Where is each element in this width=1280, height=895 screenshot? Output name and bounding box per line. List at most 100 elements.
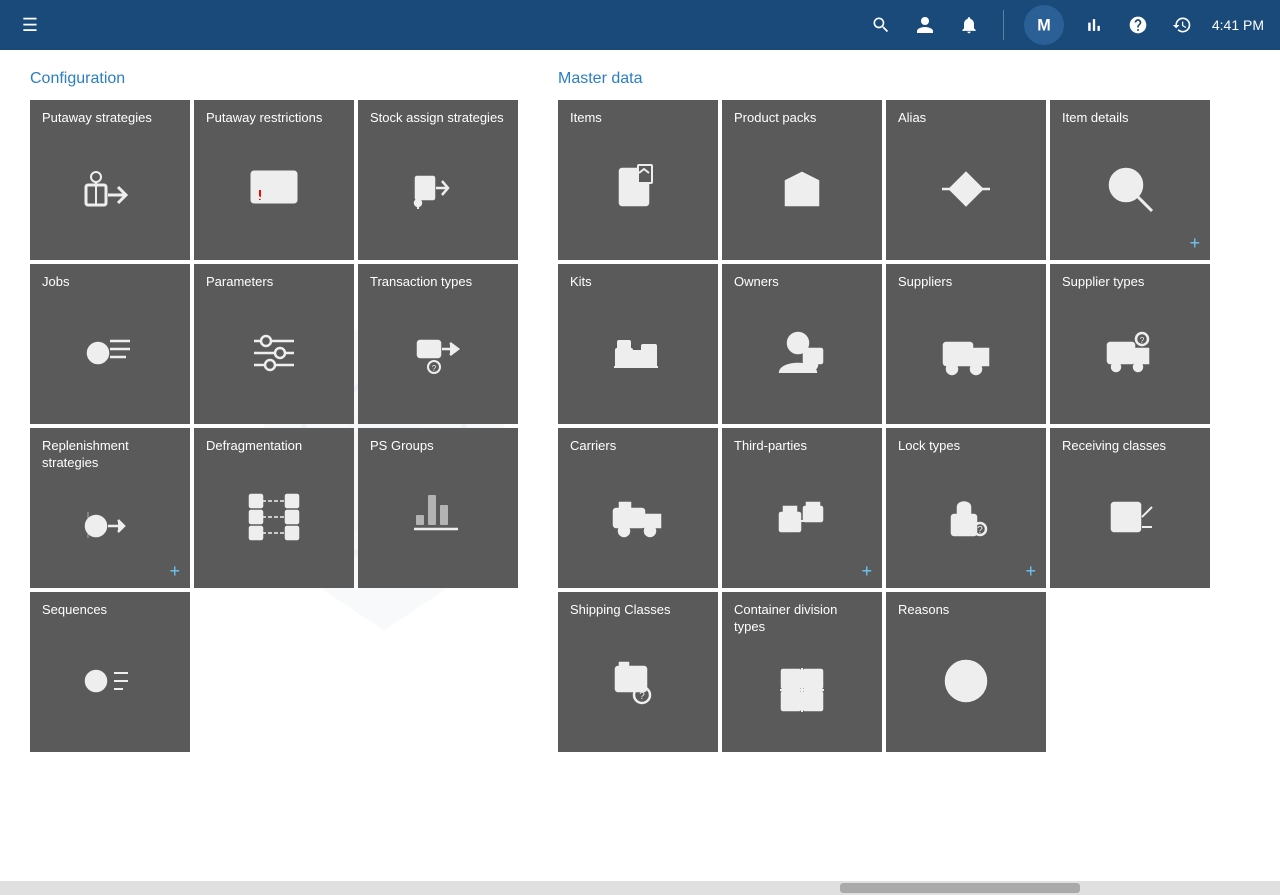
divider [1003,10,1004,40]
tile-owners[interactable]: Owners [722,264,882,424]
svg-text:?: ? [977,525,983,536]
master-data-section: Master data Items Product packs Alias Item … [558,70,1210,752]
tile-label-reasons: Reasons [898,602,1034,619]
tile-label-transaction-types: Transaction types [370,274,506,291]
tile-icon-putaway-restrictions [206,127,342,252]
tile-label-parameters: Parameters [206,274,342,291]
bell-icon[interactable] [955,11,983,39]
tile-icon-suppliers [898,291,1034,416]
menu-icon[interactable]: ☰ [16,11,44,39]
tile-label-putaway-restrictions: Putaway restrictions [206,110,342,127]
master-data-title: Master data [558,70,1210,88]
tile-sequences[interactable]: Sequences [30,592,190,752]
tile-replenishment-strategies[interactable]: Replenishment strategies + [30,428,190,588]
tile-putaway-restrictions[interactable]: Putaway restrictions [194,100,354,260]
tile-icon-parameters [206,291,342,416]
tile-plus-lock-types[interactable]: + [1025,562,1036,580]
tile-icon-kits [570,291,706,416]
scrollbar-area [0,881,1280,895]
tile-supplier-types[interactable]: Supplier types? [1050,264,1210,424]
tile-label-third-parties: Third-parties [734,438,870,455]
tile-icon-product-packs [734,127,870,252]
tile-label-item-details: Item details [1062,110,1198,127]
tile-reasons[interactable]: Reasons [886,592,1046,752]
svg-text:M: M [1037,16,1050,34]
tile-label-defragmentation: Defragmentation [206,438,342,455]
tile-label-alias: Alias [898,110,1034,127]
tile-icon-receiving-classes [1062,455,1198,580]
tile-shipping-classes[interactable]: Shipping Classes? [558,592,718,752]
svg-text:?: ? [432,364,437,373]
tile-label-carriers: Carriers [570,438,706,455]
tile-label-jobs: Jobs [42,274,178,291]
tile-label-putaway-strategies: Putaway strategies [42,110,178,127]
tile-icon-owners [734,291,870,416]
tile-ps-groups[interactable]: PS Groups [358,428,518,588]
svg-text:?: ? [1140,336,1145,345]
tile-icon-stock-assign-strategies [370,127,506,252]
tile-label-stock-assign-strategies: Stock assign strategies [370,110,506,127]
tile-icon-jobs [42,291,178,416]
tile-label-product-packs: Product packs [734,110,870,127]
tile-kits[interactable]: Kits [558,264,718,424]
tile-carriers[interactable]: Carriers [558,428,718,588]
tile-label-kits: Kits [570,274,706,291]
sections-wrapper: Configuration Putaway strategiesPutaway … [30,70,1250,752]
help-icon[interactable] [1124,11,1152,39]
history-icon[interactable] [1168,11,1196,39]
main-content: Configuration Putaway strategiesPutaway … [0,50,1280,895]
tile-transaction-types[interactable]: Transaction types? [358,264,518,424]
masterdata-grid: Items Product packs Alias Item details + Kits… [558,100,1210,752]
tile-icon-carriers [570,455,706,580]
topbar: ☰ M 4:41 PM [0,0,1280,50]
tile-alias[interactable]: Alias [886,100,1046,260]
tile-label-lock-types: Lock types [898,438,1034,455]
tile-stock-assign-strategies[interactable]: Stock assign strategies [358,100,518,260]
brand-logo[interactable]: M [1024,5,1064,45]
tile-icon-defragmentation [206,455,342,580]
tile-icon-ps-groups [370,455,506,580]
tile-icon-reasons [898,619,1034,744]
tile-third-parties[interactable]: Third-parties + [722,428,882,588]
tile-jobs[interactable]: Jobs [30,264,190,424]
tile-label-owners: Owners [734,274,870,291]
tile-icon-shipping-classes: ? [570,619,706,744]
configuration-title: Configuration [30,70,518,88]
tile-suppliers[interactable]: Suppliers [886,264,1046,424]
tile-item-details[interactable]: Item details + [1050,100,1210,260]
tile-label-items: Items [570,110,706,127]
tile-product-packs[interactable]: Product packs [722,100,882,260]
tile-plus-third-parties[interactable]: + [861,562,872,580]
svg-text:?: ? [639,691,645,702]
tile-label-receiving-classes: Receiving classes [1062,438,1198,455]
tile-icon-transaction-types: ? [370,291,506,416]
tile-icon-lock-types: ? [898,455,1034,580]
tile-parameters[interactable]: Parameters [194,264,354,424]
chart-icon[interactable] [1080,11,1108,39]
clock-time: 4:41 PM [1212,17,1264,33]
tile-plus-item-details[interactable]: + [1189,234,1200,252]
tile-icon-third-parties [734,455,870,580]
tile-lock-types[interactable]: Lock types? + [886,428,1046,588]
tile-icon-container-division-types [734,636,870,744]
user-icon[interactable] [911,11,939,39]
tile-icon-replenishment-strategies [42,472,178,580]
tile-container-division-types[interactable]: Container division types [722,592,882,752]
scrollbar-thumb[interactable] [840,883,1080,893]
tile-putaway-strategies[interactable]: Putaway strategies [30,100,190,260]
tile-icon-alias [898,127,1034,252]
tile-receiving-classes[interactable]: Receiving classes [1050,428,1210,588]
tile-label-sequences: Sequences [42,602,178,619]
tile-label-shipping-classes: Shipping Classes [570,602,706,619]
tile-label-supplier-types: Supplier types [1062,274,1198,291]
tile-icon-putaway-strategies [42,127,178,252]
tile-plus-replenishment-strategies[interactable]: + [169,562,180,580]
tile-defragmentation[interactable]: Defragmentation [194,428,354,588]
tile-icon-item-details [1062,127,1198,252]
tile-items[interactable]: Items [558,100,718,260]
tile-label-replenishment-strategies: Replenishment strategies [42,438,178,472]
tile-icon-sequences [42,619,178,744]
search-icon[interactable] [867,11,895,39]
config-grid: Putaway strategies Putaway restrictions St… [30,100,518,752]
tile-label-suppliers: Suppliers [898,274,1034,291]
